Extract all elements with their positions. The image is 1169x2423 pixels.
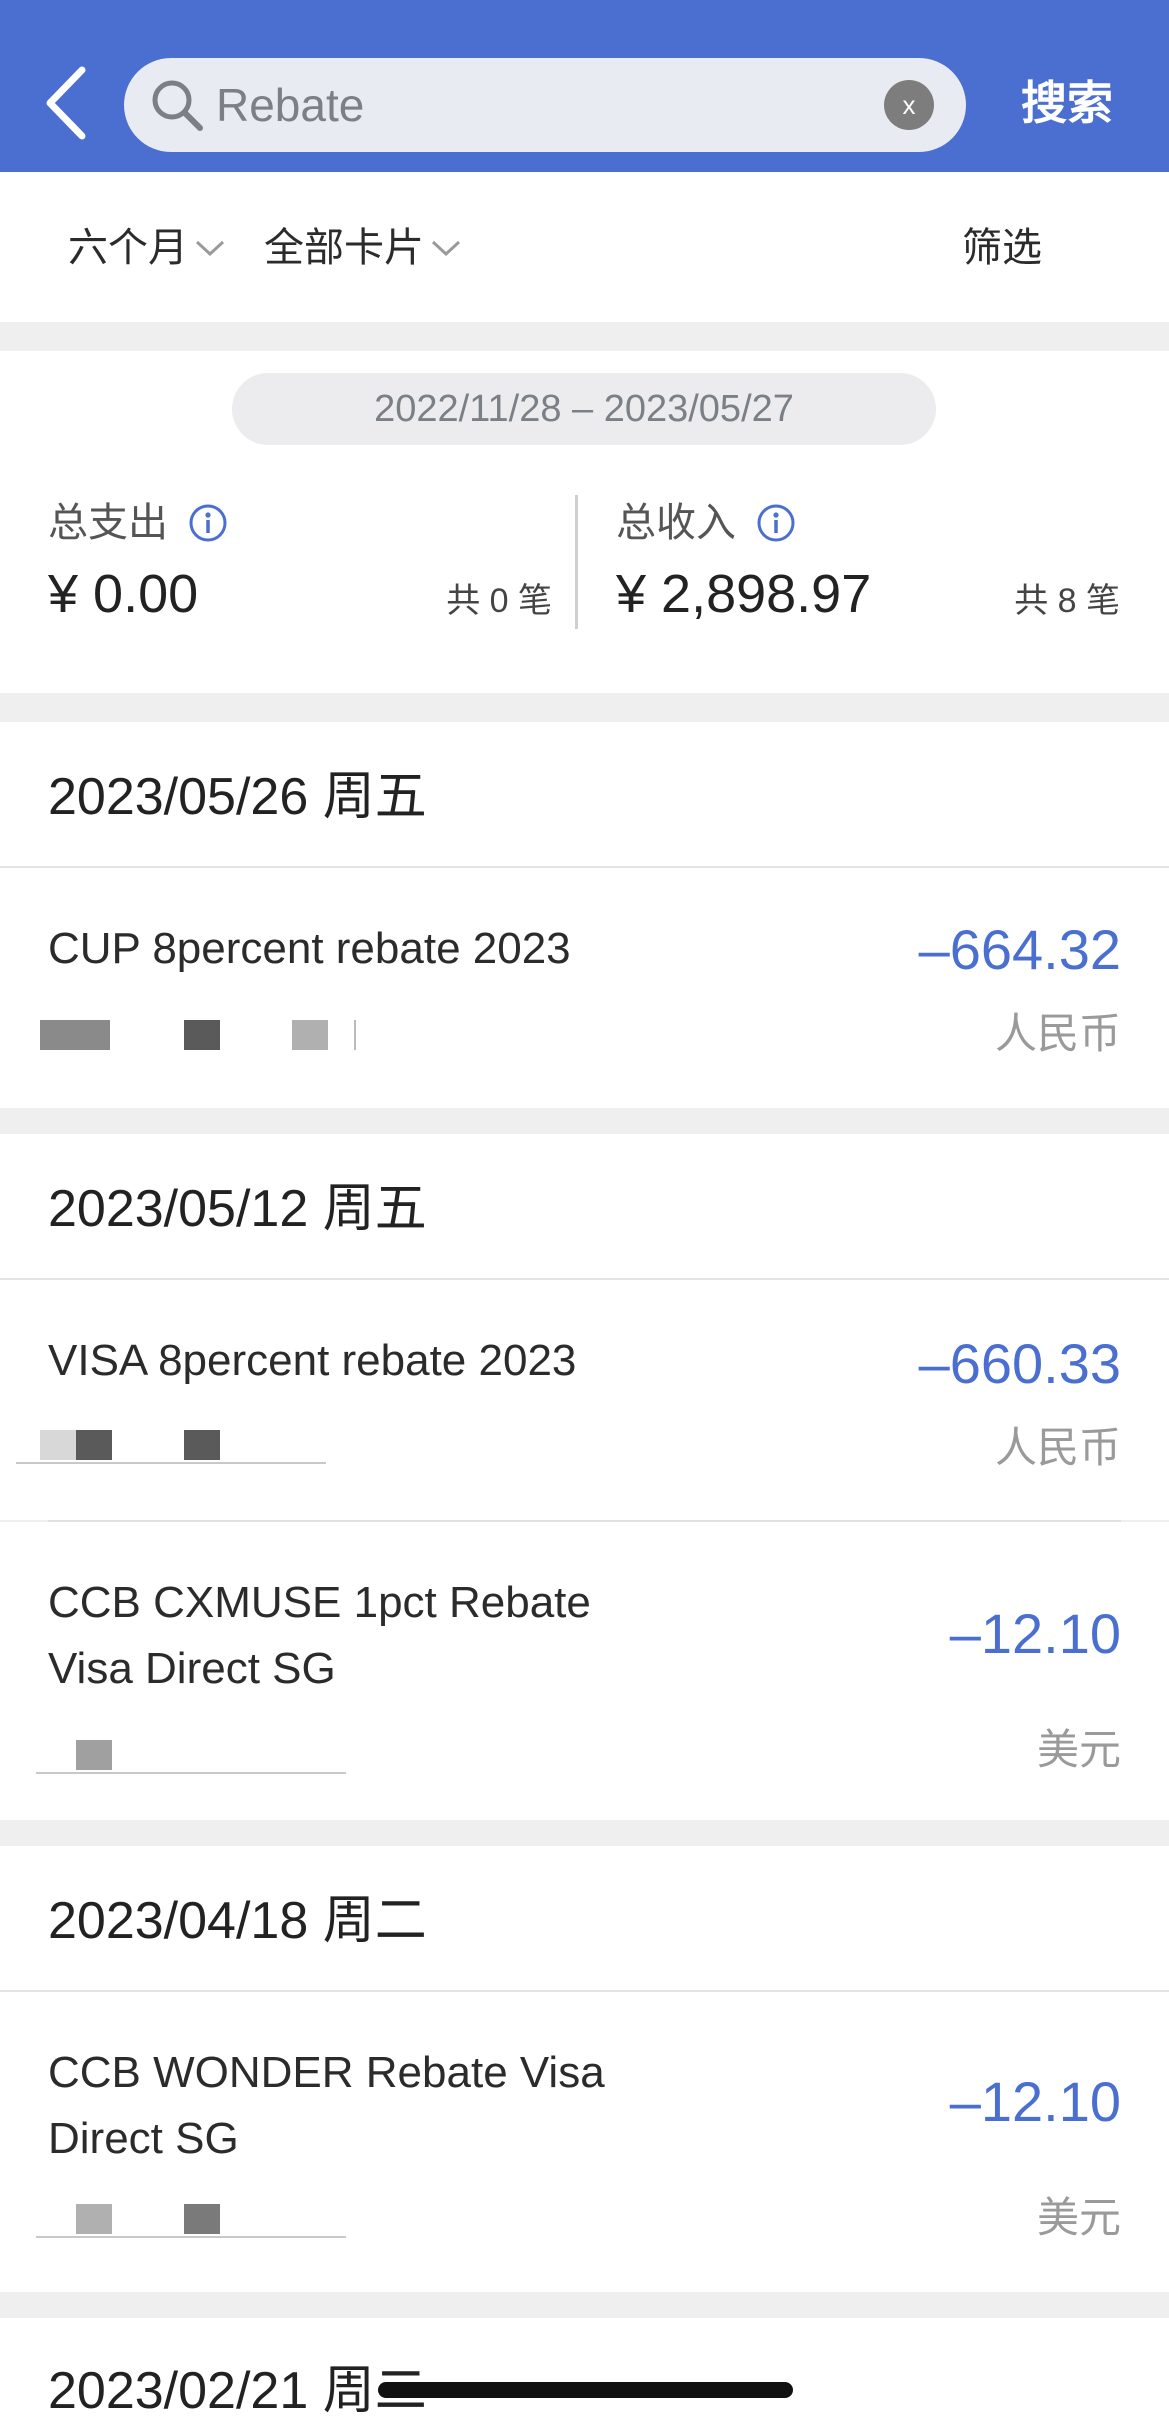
filter-button[interactable]: 筛选 [962,220,1042,276]
income-label: 总收入 [616,501,736,545]
clear-icon[interactable]: x [884,80,934,130]
search-input[interactable]: Rebate x [124,58,966,152]
redacted-card-info [36,2198,356,2238]
transaction-currency: 美元 [1036,2194,1121,2241]
income-label-row: 总收入 [616,497,796,549]
transaction-title: CCB CXMUSE 1pct Rebate Visa Direct SG [48,1578,591,1693]
transaction-currency: 人民币 [994,1010,1121,1057]
transaction-row[interactable]: CUP 8percent rebate 2023 –664.32 人民币 [0,868,1169,1108]
transaction-amount: –12.10 [949,2070,1121,2133]
transaction-amount: –664.32 [918,918,1121,981]
transaction-currency: 人民币 [994,1424,1121,1471]
back-arrow-icon[interactable] [38,58,98,148]
date-header: 2023/05/26 周五 [0,722,1169,868]
redacted-card-info [36,1734,356,1774]
chevron-down-icon [431,240,461,257]
cards-label: 全部卡片 [264,226,424,270]
period-dropdown[interactable]: 六个月 [68,220,226,276]
transaction-title: CUP 8percent rebate 2023 [48,924,571,973]
transaction-row[interactable]: VISA 8percent rebate 2023 –660.33 人民币 [0,1280,1169,1520]
transaction-title: CCB WONDER Rebate Visa Direct SG [48,2048,605,2163]
group-date: 2023/05/26 周五 [48,768,427,826]
income-count: 共 8 笔 [1014,582,1120,620]
transaction-amount: –660.33 [918,1332,1121,1395]
transaction-row[interactable]: CCB WONDER Rebate Visa Direct SG –12.10 … [0,1992,1169,2292]
expense-summary: 总支出 ¥ 0.00 共 0 笔 [48,497,552,637]
transaction-title: VISA 8percent rebate 2023 [48,1336,577,1385]
date-header: 2023/04/18 周二 [0,1846,1169,1992]
info-icon[interactable] [188,503,228,543]
redacted-card-info [36,1014,356,1054]
search-icon [152,80,203,131]
cards-dropdown[interactable]: 全部卡片 [264,220,462,276]
transaction-currency: 美元 [1036,1726,1121,1773]
chevron-down-icon [195,240,225,257]
period-label: 六个月 [68,226,188,270]
date-header: 2023/02/21 周二 [0,2318,1169,2423]
transaction-row[interactable]: CCB CXMUSE 1pct Rebate Visa Direct SG –1… [0,1522,1169,1820]
filter-bar: 六个月 全部卡片 筛选 [0,172,1169,322]
expense-count: 共 0 笔 [446,582,552,620]
expense-label: 总支出 [48,501,168,545]
summary-divider [575,495,578,629]
group-date: 2023/02/21 周二 [48,2362,427,2420]
redacted-card-info [16,1424,336,1464]
group-date: 2023/04/18 周二 [48,1892,427,1950]
summary-card: 2022/11/28 – 2023/05/27 总支出 ¥ 0.00 共 0 笔… [0,351,1169,693]
income-amount: ¥ 2,898.97 [616,564,872,624]
date-range-badge[interactable]: 2022/11/28 – 2023/05/27 [232,373,936,445]
expense-label-row: 总支出 [48,497,228,549]
date-header: 2023/05/12 周五 [0,1134,1169,1280]
home-indicator [378,2382,793,2398]
search-query-text[interactable]: Rebate [216,78,364,132]
group-date: 2023/05/12 周五 [48,1180,427,1238]
search-button[interactable]: 搜索 [1021,73,1113,133]
transaction-amount: –12.10 [949,1602,1121,1665]
income-summary: 总收入 ¥ 2,898.97 共 8 笔 [616,497,1120,637]
info-icon[interactable] [756,503,796,543]
top-bar: Rebate x 搜索 [0,0,1169,172]
expense-amount: ¥ 0.00 [48,564,199,624]
